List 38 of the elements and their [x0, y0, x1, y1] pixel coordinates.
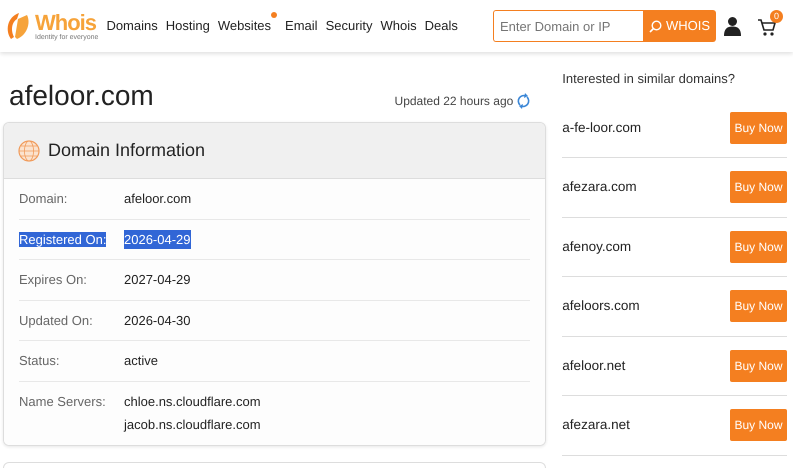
field-value: 2026-04-29 — [124, 230, 190, 249]
domain-name: afezara.net — [562, 416, 630, 434]
field-label: Domain: — [19, 191, 68, 206]
search-field[interactable]: Enter Domain or IP — [492, 10, 643, 42]
domain-name: afeloors.com — [562, 297, 640, 316]
domain-name: afezara.com — [562, 178, 637, 196]
refresh-icon[interactable] — [517, 93, 530, 109]
nav-link[interactable]: Security — [326, 16, 373, 36]
nav-link[interactable]: Deals — [424, 16, 458, 36]
nav-link[interactable]: Whois — [380, 16, 417, 36]
logo-icon — [5, 11, 31, 41]
field-label: Expires On: — [19, 272, 87, 287]
field-value: 2027-04-29 — [124, 271, 190, 289]
nav-link[interactable]: Email — [285, 16, 318, 36]
search-icon — [648, 20, 662, 32]
field-value: jacob.ns.cloudflare.com — [124, 416, 261, 434]
field-label: Status: — [19, 353, 60, 368]
domain-name: afeloor.net — [562, 356, 626, 375]
logo-text: Whois — [35, 12, 97, 34]
domain-title: afeloor.com — [9, 82, 154, 110]
field-value: active — [124, 352, 158, 370]
field-label: Name Servers: — [19, 394, 106, 408]
field-label: Registered On: — [19, 232, 106, 246]
field-value: chloe.ns.cloudflare.com — [124, 392, 261, 410]
similar-domains-heading: Interested in similar domains? — [562, 70, 736, 88]
updated-time: Updated 22 hours ago — [394, 93, 514, 110]
cart-count-badge: 0 — [770, 10, 783, 23]
field-value: afeloor.com — [124, 190, 192, 208]
nav-link[interactable]: Websites — [218, 16, 272, 36]
nav-link[interactable]: Domains — [106, 16, 158, 36]
domain-name: afenoy.com — [562, 238, 632, 256]
user-icon[interactable] — [724, 16, 741, 36]
www-globe-icon — [18, 140, 40, 162]
card-title: Domain Information — [48, 139, 206, 162]
nav-link[interactable]: Hosting — [166, 16, 210, 36]
field-label: Updated On: — [19, 312, 93, 328]
domain-name: a-fe-loor.com — [562, 118, 642, 137]
field-value: 2026-04-30 — [124, 312, 190, 330]
